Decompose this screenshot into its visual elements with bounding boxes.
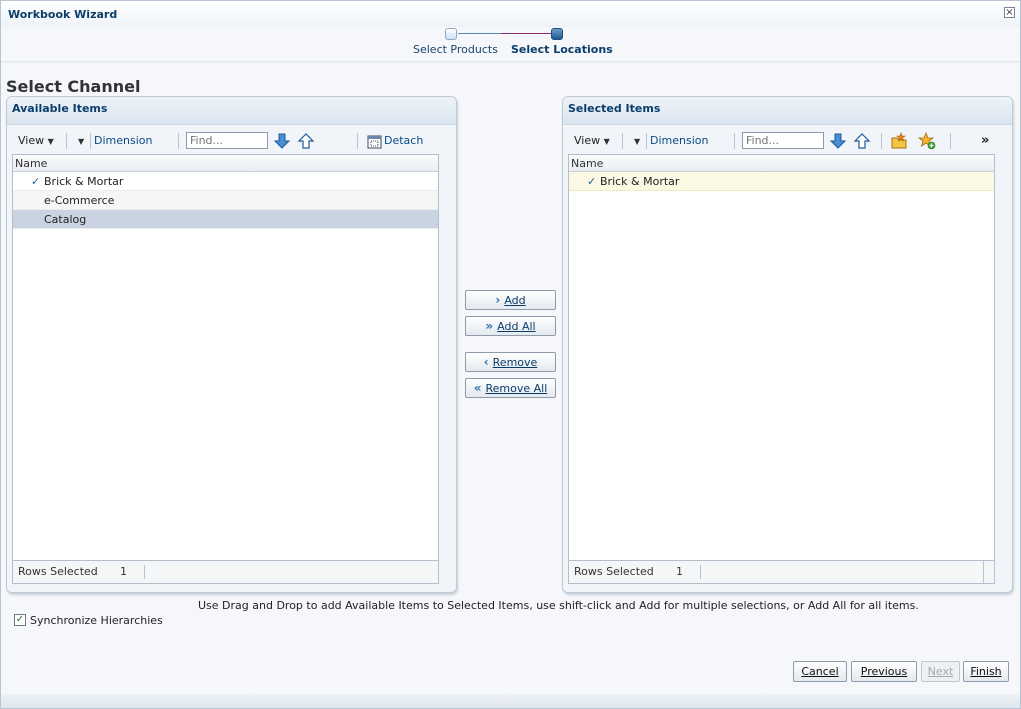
train-connector-2: [501, 33, 551, 34]
checkmark-icon: ✓: [587, 175, 597, 188]
page-title: Select Channel: [6, 77, 141, 96]
available-items-body: View ▼ ▼ Dimension Find... Detach Name ✓…: [7, 125, 456, 592]
train-stop-select-products[interactable]: [445, 28, 457, 40]
title-bar: Workbook Wizard ×: [1, 1, 1020, 27]
finish-button[interactable]: Finish: [963, 661, 1009, 682]
train-label-select-locations: Select Locations: [511, 43, 613, 56]
overflow-chevron-icon[interactable]: »: [981, 132, 989, 150]
detach-icon[interactable]: [366, 132, 384, 150]
double-chevron-left-icon: «: [473, 381, 482, 395]
train-stop-select-locations: [551, 28, 563, 40]
toolbar-separator: [950, 133, 951, 149]
toolbar-separator: [646, 133, 647, 149]
detach-button[interactable]: Detach: [384, 132, 423, 150]
row-label: Brick & Mortar: [44, 175, 124, 188]
available-toolbar: View ▼ ▼ Dimension Find... Detach: [12, 130, 439, 152]
wizard-train: Select Products Select Locations: [1, 27, 1020, 63]
double-chevron-right-icon: »: [485, 319, 494, 333]
view-menu[interactable]: View ▼: [574, 132, 610, 150]
add-button[interactable]: › Add: [465, 290, 556, 310]
find-input[interactable]: [742, 132, 824, 149]
status-separator: [144, 565, 145, 579]
train-label-select-products[interactable]: Select Products: [413, 43, 498, 56]
arrow-down-icon[interactable]: [829, 132, 847, 150]
synchronize-hierarchies-label[interactable]: Synchronize Hierarchies: [30, 614, 163, 627]
dialog-footer-bar: [1, 694, 1020, 708]
toolbar-separator: [622, 133, 623, 149]
view-menu-label: View: [574, 134, 601, 147]
available-items-table: Name ✓ Brick & Mortar e-Commerce Catalog: [12, 154, 439, 561]
selected-items-body: View ▼ ▼ Dimension Find... » Name ✓ Bric…: [563, 125, 1012, 592]
selected-items-panel: Selected Items View ▼ ▼ Dimension Find..…: [562, 96, 1013, 593]
chevron-down-icon: ▼: [78, 137, 85, 146]
chevron-down-icon: ▼: [603, 137, 610, 146]
toolbar-separator: [357, 133, 358, 149]
row-label: Catalog: [44, 213, 87, 226]
selected-items-header: Selected Items: [563, 97, 1012, 125]
close-icon[interactable]: ×: [1004, 7, 1015, 18]
instruction-text: Use Drag and Drop to add Available Items…: [198, 599, 919, 612]
dimension-dropdown-toggle[interactable]: ▼: [634, 132, 640, 150]
rows-selected-count: 1: [120, 565, 127, 578]
row-label: e-Commerce: [44, 194, 115, 207]
next-button: Next: [921, 661, 960, 682]
previous-button[interactable]: Previous: [851, 661, 917, 682]
add-all-button[interactable]: » Add All: [465, 316, 556, 336]
toolbar-separator: [90, 133, 91, 149]
arrow-down-icon[interactable]: [273, 132, 291, 150]
table-row[interactable]: e-Commerce: [13, 191, 438, 210]
selected-items-table: Name ✓ Brick & Mortar: [568, 154, 995, 561]
table-row[interactable]: ✓ Brick & Mortar: [13, 172, 438, 191]
selected-status-bar: Rows Selected 1: [568, 561, 995, 584]
available-status-bar: Rows Selected 1: [12, 561, 439, 584]
view-menu-label: View: [18, 134, 45, 147]
dimension-dropdown-toggle[interactable]: ▼: [78, 132, 84, 150]
find-input[interactable]: [186, 132, 268, 149]
remove-all-button[interactable]: «Remove All: [465, 378, 556, 398]
selected-items-title: Selected Items: [568, 102, 661, 115]
rows-selected-count: 1: [676, 565, 683, 578]
chevron-down-icon: ▼: [634, 137, 641, 146]
chevron-down-icon: ▼: [47, 137, 54, 146]
toolbar-separator: [66, 133, 67, 149]
available-items-panel: Available Items View ▼ ▼ Dimension Find.…: [6, 96, 457, 593]
dimension-link[interactable]: Dimension: [650, 132, 708, 150]
header-divider: [1, 61, 1020, 63]
folder-star-icon[interactable]: [890, 132, 908, 150]
toolbar-separator: [178, 133, 179, 149]
table-row[interactable]: Catalog: [13, 210, 438, 229]
arrow-up-icon[interactable]: [853, 132, 871, 150]
available-items-title: Available Items: [12, 102, 108, 115]
status-separator: [983, 561, 984, 583]
arrow-up-icon[interactable]: [297, 132, 315, 150]
status-separator: [700, 565, 701, 579]
toolbar-separator: [881, 133, 882, 149]
add-favorite-icon[interactable]: [918, 132, 936, 150]
toolbar-separator: [734, 133, 735, 149]
view-menu[interactable]: View ▼: [18, 132, 54, 150]
row-label: Brick & Mortar: [600, 175, 680, 188]
chevron-right-icon: ›: [495, 293, 501, 307]
rows-selected-label: Rows Selected: [574, 565, 654, 578]
column-header-name[interactable]: Name: [13, 155, 438, 172]
column-header-name[interactable]: Name: [569, 155, 994, 172]
rows-selected-label: Rows Selected: [18, 565, 98, 578]
table-row[interactable]: ✓ Brick & Mortar: [569, 172, 994, 191]
dimension-link[interactable]: Dimension: [94, 132, 152, 150]
cancel-button[interactable]: Cancel: [793, 661, 847, 682]
wizard-dialog: Workbook Wizard × Select Products Select…: [0, 0, 1021, 709]
checkmark-icon: ✓: [31, 175, 41, 188]
chevron-left-icon: ‹: [483, 355, 489, 369]
dialog-title: Workbook Wizard: [8, 8, 118, 21]
available-items-header: Available Items: [7, 97, 456, 125]
selected-toolbar: View ▼ ▼ Dimension Find... »: [568, 130, 995, 152]
remove-button[interactable]: ‹ Remove: [465, 352, 556, 372]
synchronize-hierarchies-checkbox[interactable]: ✓: [14, 614, 26, 626]
train-connector-1: [458, 33, 501, 34]
